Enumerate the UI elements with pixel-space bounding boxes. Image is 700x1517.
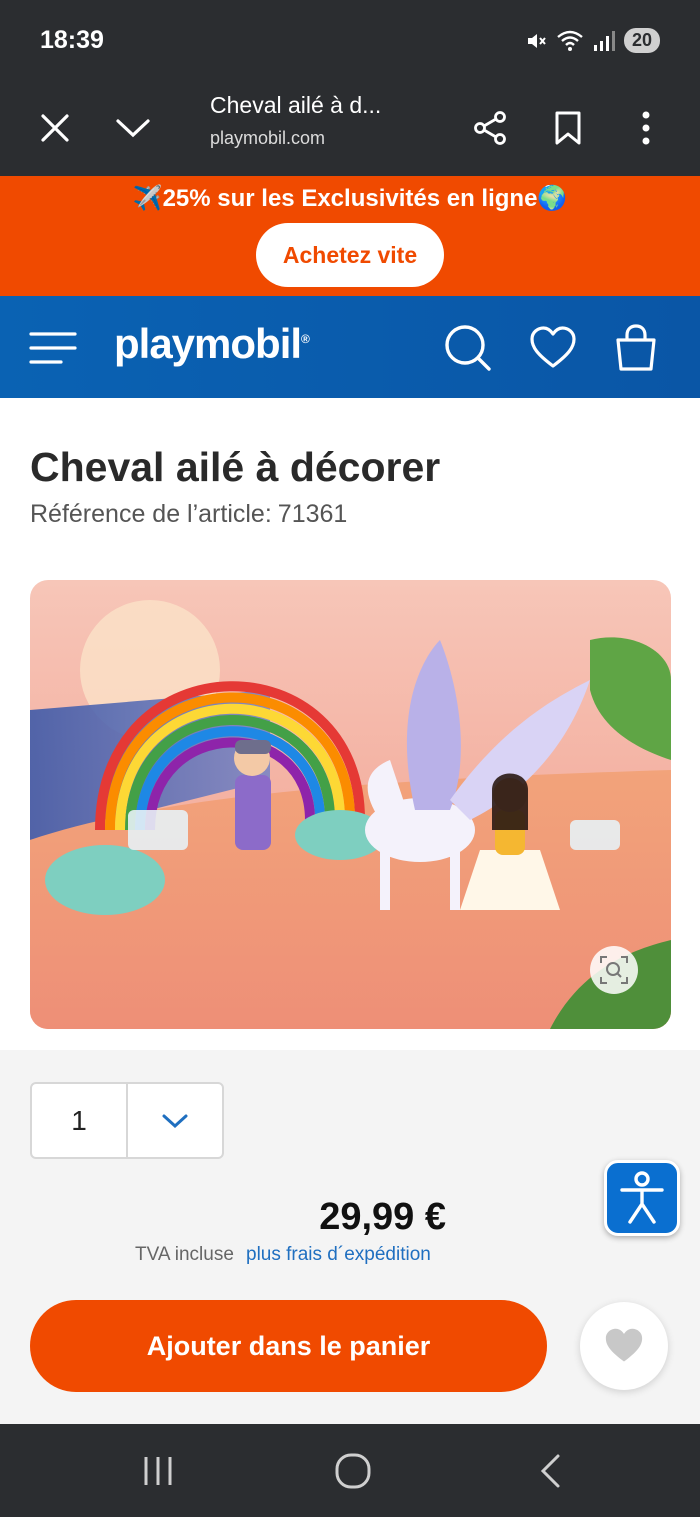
battery-indicator: 20 [623,28,660,53]
search-icon [445,325,491,371]
back-button[interactable] [520,1446,580,1496]
status-bar: 18:39 20 [0,0,700,80]
mute-icon [527,33,546,48]
home-button[interactable] [323,1446,383,1496]
wishlist-header-button[interactable] [523,318,583,378]
product-photo [30,580,671,1029]
product-title: Cheval ailé à décorer [30,444,441,490]
close-tab-button[interactable] [27,100,83,156]
back-icon [540,1454,560,1488]
share-icon [474,111,506,145]
bookmark-icon [555,111,581,145]
chevron-down-icon [116,119,150,138]
menu-icon [29,332,77,364]
product-image[interactable] [30,580,671,1029]
purchase-panel: 1 29,99 € TVA incluse plus frais d´expéd… [0,1050,700,1424]
more-vert-icon [642,111,650,145]
add-to-wishlist-button[interactable] [580,1302,668,1390]
search-button[interactable] [438,318,498,378]
promo-text: ✈️25% sur les Exclusivités en ligne🌍 [132,185,568,212]
promo-banner: ✈️25% sur les Exclusivités en ligne🌍 Ach… [0,176,700,296]
zoom-button[interactable] [590,946,638,994]
heart-icon [530,326,576,368]
quantity-selector[interactable]: 1 [30,1082,224,1159]
recent-apps-button[interactable] [128,1446,188,1496]
heart-icon [605,1328,643,1362]
share-button[interactable] [462,100,518,156]
zoom-icon [600,956,628,984]
accessibility-button[interactable] [604,1160,680,1236]
recent-apps-icon [144,1457,172,1485]
more-options-button[interactable] [618,100,674,156]
status-time: 18:39 [40,26,104,54]
quantity-dropdown-toggle[interactable] [128,1084,222,1157]
minimize-button[interactable] [105,100,161,156]
tab-title[interactable]: Cheval ailé à d... [210,92,381,119]
product-reference: Référence de l’article: 71361 [30,500,347,529]
playmobil-logo[interactable]: playmobil® [114,320,310,368]
cart-button[interactable] [606,318,666,378]
accessibility-icon [620,1171,664,1224]
quantity-value[interactable]: 1 [32,1084,128,1157]
shop-now-button[interactable]: Achetez vite [256,223,444,287]
close-icon [41,114,69,142]
logo-mark: ® [301,332,310,346]
status-icons: 20 [524,28,660,53]
shopping-bag-icon [616,324,656,371]
product-price: 29,99 € [319,1196,446,1238]
wifi-icon [557,30,583,51]
chevron-down-icon [162,1114,188,1128]
bookmark-button[interactable] [540,100,596,156]
tab-url[interactable]: playmobil.com [210,128,325,149]
system-nav-bar [0,1424,700,1517]
shipping-link[interactable]: plus frais d´expédition [246,1244,431,1266]
site-header: playmobil® [0,296,700,398]
tva-label: TVA incluse [135,1244,234,1265]
browser-toolbar: Cheval ailé à d... playmobil.com [0,80,700,176]
logo-text: playmobil [114,320,302,367]
home-icon [335,1453,371,1489]
menu-button[interactable] [23,318,83,378]
reference-label: Référence de l’article: [30,500,272,528]
add-to-cart-button[interactable]: Ajouter dans le panier [30,1300,547,1392]
reference-number: 71361 [277,500,348,528]
signal-icon [593,30,615,51]
